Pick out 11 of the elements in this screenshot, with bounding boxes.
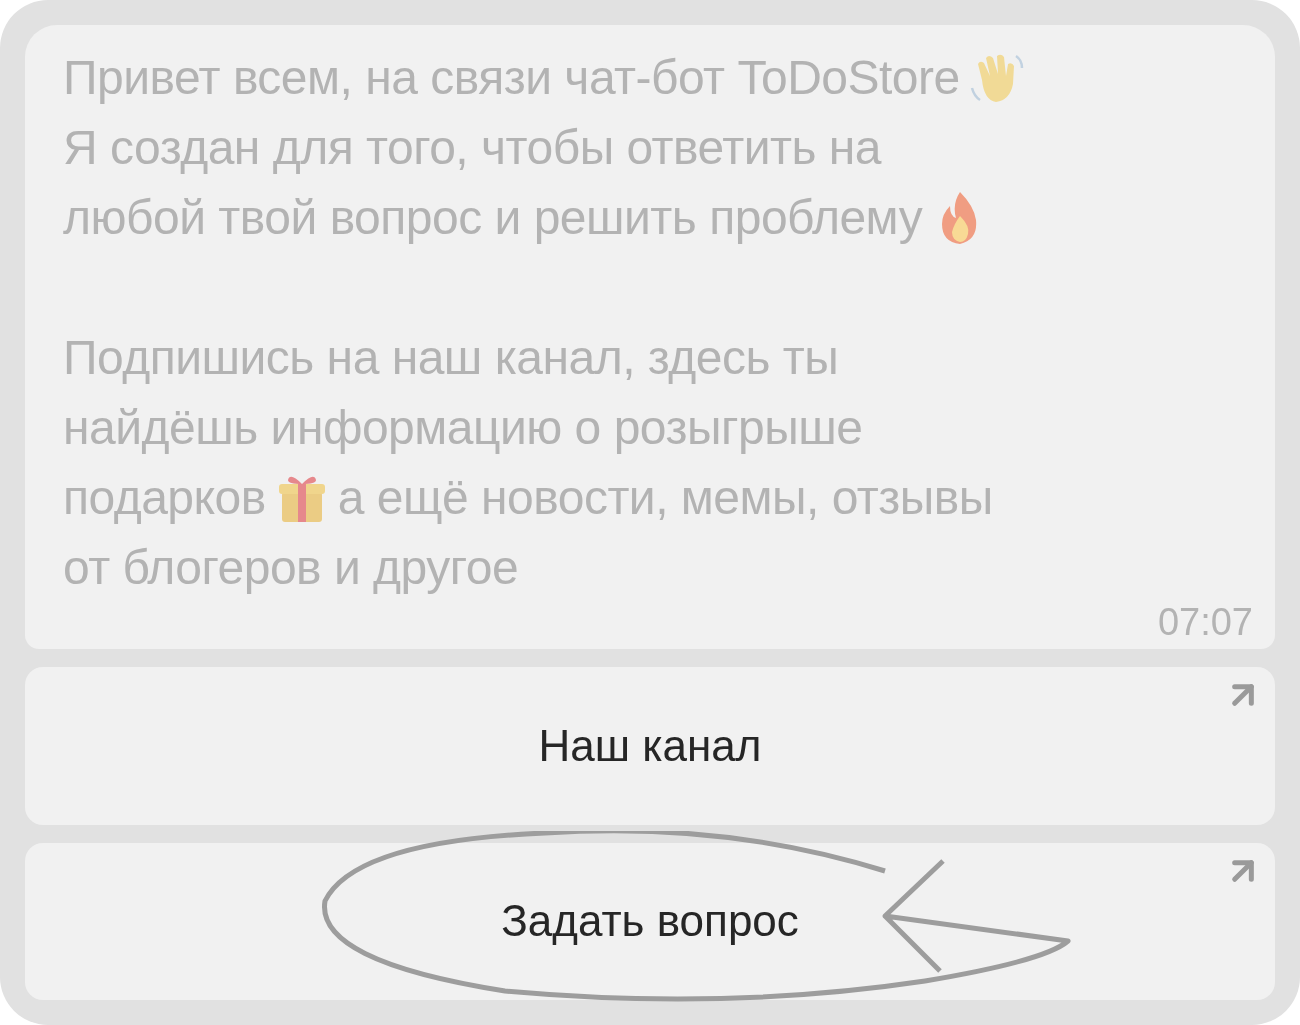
message-text: Подпишись на наш канал, здесь ты [63, 334, 839, 382]
message-text: а ещё новости, мемы, отзывы [337, 474, 993, 522]
inline-button[interactable]: Наш канал [25, 667, 1275, 825]
message-text: от блогеров и другое [63, 544, 519, 592]
message-text: любой твой вопрос и решить проблему [63, 194, 923, 242]
message-text: найдёшь информацию о розыгрыше [63, 404, 863, 452]
message-text: подарков [63, 474, 266, 522]
message-time: 07:07 [1157, 603, 1253, 641]
message-text: Привет всем, на связи чат-бот ToDoStore [63, 54, 960, 102]
inline-button[interactable]: Задать вопрос [25, 842, 1275, 1000]
message-text: Я создан для того, чтобы ответить на [63, 124, 881, 172]
